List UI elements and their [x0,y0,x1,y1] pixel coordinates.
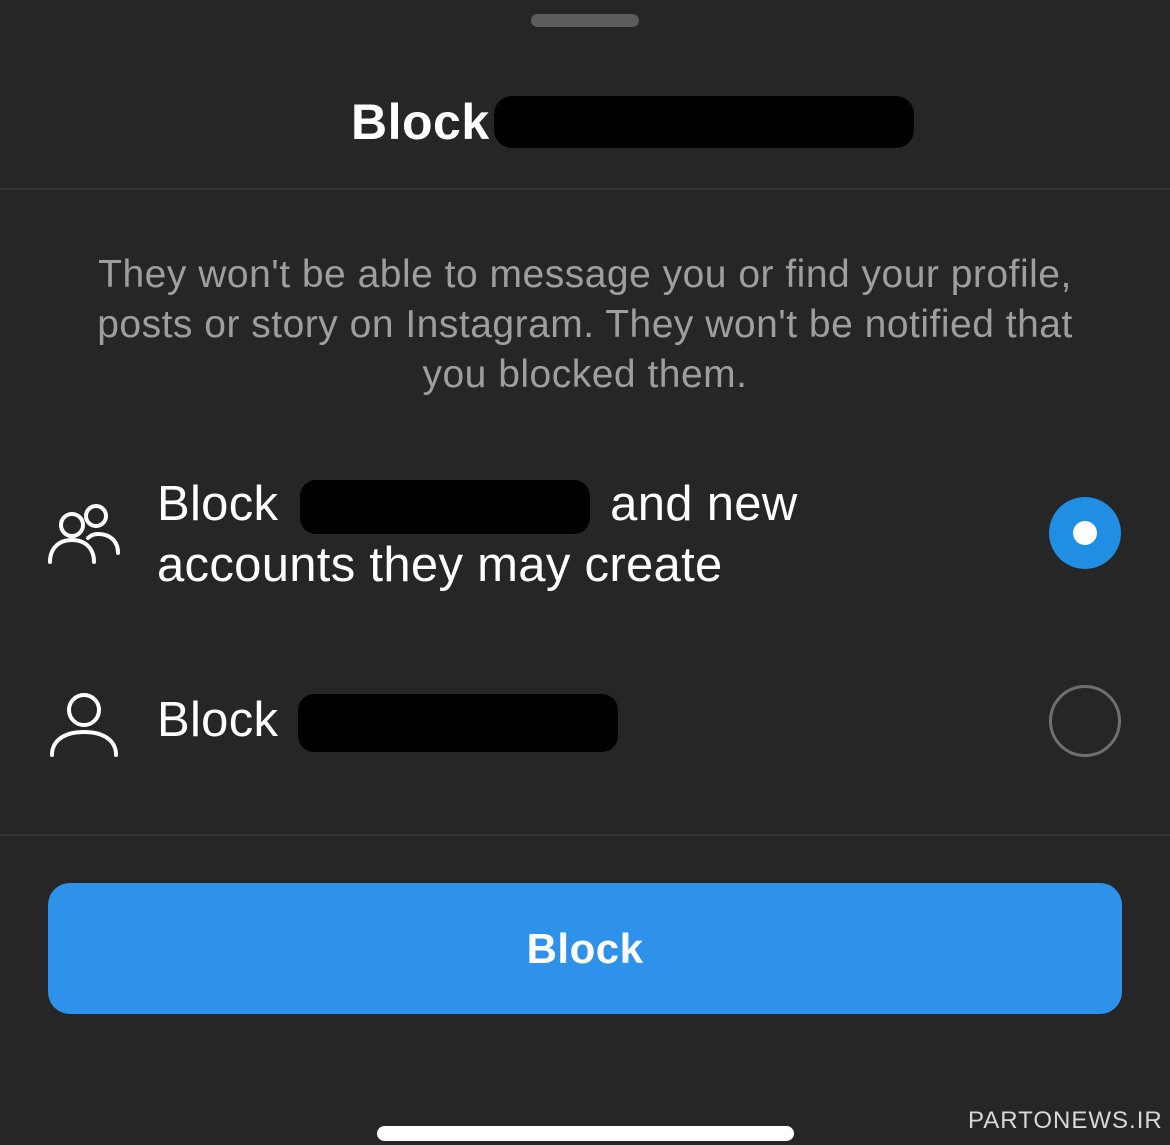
sheet-title: Block [351,94,490,150]
home-indicator [377,1126,794,1141]
block-button[interactable]: Block [48,883,1122,1014]
option-2-prefix: Block [157,693,279,747]
redacted-username [298,694,619,753]
people-icon [46,500,122,571]
sheet-grabber[interactable] [531,14,639,27]
redacted-username [493,96,914,148]
option-1-text: Block and new accounts they may create [157,474,798,596]
option-1-suffix: and new [610,477,798,531]
options-divider [0,834,1170,836]
option-1-line2: accounts they may create [157,538,723,592]
radio-selected[interactable] [1049,497,1121,569]
radio-unselected[interactable] [1049,685,1121,757]
block-bottom-sheet: Block They won't be able to message you … [0,0,1170,1145]
sheet-header: Block [0,70,1170,180]
title-wrap: Block [351,92,914,152]
redacted-username [300,480,591,535]
option-block-and-new-accounts[interactable]: Block and new accounts they may create [0,470,1170,610]
option-1-prefix: Block [157,477,279,531]
watermark: PARTONEWS.IR [968,1107,1163,1134]
block-description: They won't be able to message you or fin… [97,253,1073,396]
header-divider [0,188,1170,190]
option-block-account[interactable]: Block [0,680,1170,770]
person-icon [48,686,120,763]
option-2-text: Block [157,690,619,753]
